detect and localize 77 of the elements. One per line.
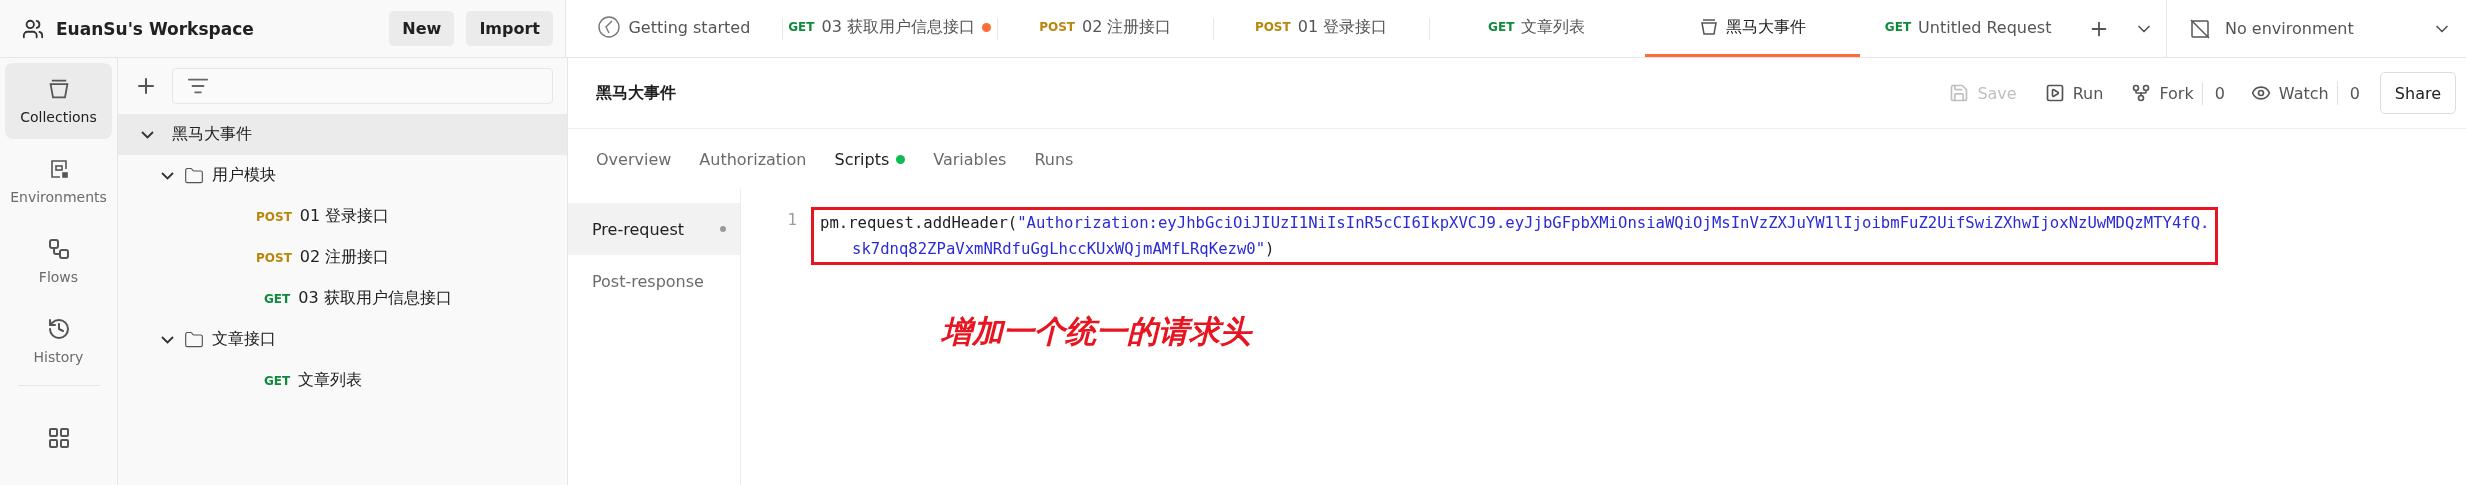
sidebar-item[interactable]: Collections — [5, 63, 112, 139]
play-icon — [2044, 83, 2065, 103]
tree-item[interactable]: GET 03 获取用户信息接口 — [118, 278, 567, 319]
chevron-down-icon — [160, 335, 174, 344]
line-number: 1 — [786, 210, 798, 231]
method-label: POST — [1254, 20, 1291, 34]
filter-field[interactable] — [172, 68, 553, 104]
annotation-text: 增加一个统一的请求头 — [941, 312, 1254, 351]
method-label: GET — [1488, 20, 1515, 34]
chevron-down-icon — [140, 130, 154, 139]
tree-item[interactable]: 黑马大事件 — [118, 114, 567, 155]
tab-label: 02 注册接口 — [1082, 16, 1172, 38]
method-label: GET — [1884, 20, 1912, 34]
request-tab[interactable]: 黑马大事件 — [1644, 0, 1861, 57]
tree-label: 02 注册接口 — [299, 247, 390, 268]
tab-label: Untitled Request — [1918, 17, 2052, 37]
request-tab[interactable]: Getting started — [566, 0, 782, 57]
tab-label: 文章列表 — [1521, 16, 1586, 38]
no-environment-icon — [2189, 17, 2211, 40]
people-icon — [22, 17, 44, 40]
section-tab[interactable]: Authorization — [685, 129, 821, 189]
tab-label: 黑马大事件 — [1725, 16, 1806, 38]
request-tab[interactable]: POST 01 登录接口 — [1213, 0, 1429, 57]
script-tab[interactable]: Pre-request — [568, 203, 740, 255]
tree-item[interactable]: 用户模块 — [118, 155, 567, 196]
folder-icon — [184, 165, 204, 186]
request-tab[interactable]: GET 03 获取用户信息接口 — [781, 0, 998, 57]
tree-label: 文章接口 — [212, 329, 276, 350]
section-tab[interactable]: Overview — [596, 129, 686, 189]
tab-label: Getting started — [628, 17, 751, 37]
collection-icon — [1698, 17, 1719, 37]
tab-label: 03 获取用户信息接口 — [821, 16, 975, 38]
request-tab[interactable]: POST 02 注册接口 — [997, 0, 1214, 57]
new-button[interactable]: New — [389, 11, 455, 46]
tree-label: 黑马大事件 — [172, 124, 252, 145]
tree-item[interactable]: POST 01 登录接口 — [118, 196, 567, 237]
tree-item[interactable]: GET 文章列表 — [118, 360, 567, 401]
watch-count: 0 — [2336, 81, 2372, 105]
tree-label: 03 获取用户信息接口 — [298, 288, 452, 309]
sidebar-item[interactable]: History — [5, 303, 112, 379]
method-label: POST — [256, 209, 292, 224]
run-button[interactable]: Run — [2030, 83, 2118, 103]
script-tab[interactable]: Post-response — [568, 255, 740, 307]
fork-icon — [2131, 83, 2152, 103]
sidebar-item[interactable]: Environments — [5, 143, 112, 219]
tab-label: 01 登录接口 — [1297, 16, 1388, 38]
method-label: POST — [256, 250, 292, 265]
history-icon — [46, 317, 71, 341]
getting-started-icon — [597, 15, 622, 39]
share-button[interactable]: Share — [2379, 72, 2456, 114]
method-label: GET — [788, 20, 815, 34]
collection-title: 黑马大事件 — [596, 82, 677, 104]
method-label: GET — [264, 291, 291, 306]
apps-icon — [46, 426, 71, 450]
chevron-down-icon — [160, 171, 174, 180]
method-label: POST — [1039, 20, 1075, 34]
section-tab[interactable]: Scripts — [820, 129, 920, 189]
code-line: sk7dnq82ZPaVxmNRdfuGgLhccKUxWQjmAMfLRqKezw0") — [851, 239, 1276, 260]
request-tab[interactable]: GET 文章列表 — [1428, 0, 1645, 57]
section-tab[interactable]: Variables — [919, 129, 1021, 189]
tree-item[interactable]: POST 02 注册接口 — [118, 237, 567, 278]
workspace-name[interactable]: EuanSu's Workspace — [56, 18, 378, 39]
tree-label: 01 登录接口 — [299, 206, 390, 227]
tree-item[interactable]: 文章接口 — [118, 319, 567, 360]
eye-icon — [2250, 83, 2271, 103]
fork-count: 0 — [2201, 81, 2237, 105]
tree-label: 文章列表 — [298, 370, 363, 391]
import-button[interactable]: Import — [466, 11, 553, 46]
sidebar-item[interactable]: Flows — [5, 223, 112, 299]
folder-icon — [184, 329, 204, 350]
save-icon — [1949, 83, 1970, 103]
flows-icon — [46, 237, 71, 261]
method-label: GET — [264, 373, 291, 388]
tree-label: 用户模块 — [212, 165, 276, 186]
section-tab[interactable]: Runs — [1020, 129, 1088, 189]
code-line: pm.request.addHeader("Authorization:eyJhbGciOiJIUzI1NiIsInR5cCI6IkpXVCJ9.eyJjbGFpbXMiOnsiaWQiOjMsInVzZXJuYW1lIjoibmFuZ2UifSwiZXhwIjoxNzUwMDQzMTY4fQ. — [820, 213, 2210, 234]
request-tab[interactable]: GET Untitled Request — [1860, 0, 2077, 57]
